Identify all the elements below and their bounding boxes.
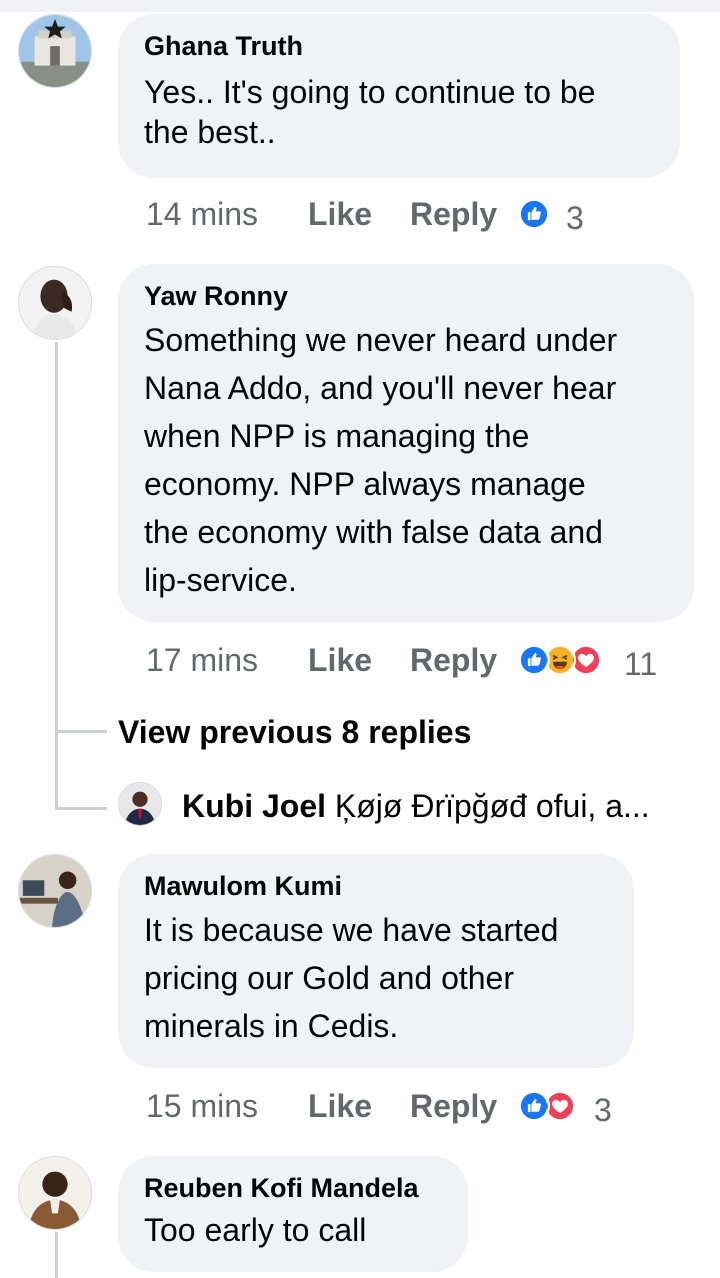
like-button[interactable]: Like <box>308 640 372 680</box>
top-divider <box>0 0 720 12</box>
reactions-summary[interactable]: 3 <box>518 198 638 236</box>
avatar-kubi-joel[interactable] <box>118 782 162 826</box>
comment-text-line: when NPP is managing the <box>144 418 530 454</box>
comment-author[interactable]: Mawulom Kumi <box>144 870 608 902</box>
view-previous-replies-link[interactable]: View previous 8 replies <box>118 710 471 754</box>
comment-text-line: economy. NPP always manage <box>144 466 586 502</box>
comment-author[interactable]: Ghana Truth <box>144 30 654 62</box>
reply-author[interactable]: Kubi Joel <box>182 788 326 824</box>
reply-button[interactable]: Reply <box>410 194 497 234</box>
avatar-yaw-ronny[interactable] <box>18 266 92 340</box>
comment-meta: 14 mins Like Reply 3 <box>146 194 706 236</box>
reply-snippet: Ķøjø Đrïpğøđ ofui, a... <box>334 788 650 824</box>
comment-bubble: Reuben Kofi Mandela Too early to call <box>118 1156 468 1272</box>
thread-connector <box>55 730 107 733</box>
comment-text-line: It is because we have started <box>144 912 559 948</box>
comment-bubble: Mawulom Kumi It is because we have start… <box>118 854 634 1068</box>
avatar-ghana-truth[interactable] <box>18 14 92 88</box>
comment-text-line: Too early to call <box>144 1212 367 1248</box>
comment-time[interactable]: 15 mins <box>146 1086 258 1126</box>
comment-text-line: minerals in Cedis. <box>144 1008 399 1044</box>
thread-line <box>55 1232 58 1278</box>
like-button[interactable]: Like <box>308 194 372 234</box>
comment-text-line: Something we never heard under <box>144 322 618 358</box>
comment-time[interactable]: 14 mins <box>146 194 258 234</box>
avatar-reuben-kofi-mandela[interactable] <box>18 1156 92 1230</box>
comment-meta: 15 mins Like Reply 3 <box>146 1086 706 1128</box>
reply-preview[interactable]: Kubi Joel Ķøjø Đrïpğøđ ofui, a... <box>182 784 650 828</box>
thread-line <box>55 342 58 810</box>
comment-bubble: Yaw Ronny Something we never heard under… <box>118 264 694 622</box>
reply-button[interactable]: Reply <box>410 640 497 680</box>
thread-connector <box>55 807 107 810</box>
comment-meta: 17 mins Like Reply 11 <box>146 640 706 682</box>
like-reaction-icon <box>518 1090 550 1122</box>
comment-text-line: pricing our Gold and other <box>144 960 514 996</box>
reaction-count: 11 <box>624 646 658 682</box>
reaction-count: 3 <box>566 200 584 236</box>
comment-text-line: the economy with false data and <box>144 514 603 550</box>
comment-bubble: Ghana Truth Yes.. It's going to continue… <box>118 14 680 178</box>
like-reaction-icon <box>518 198 550 230</box>
comment-text-line: lip-service. <box>144 562 297 598</box>
comment-time[interactable]: 17 mins <box>146 640 258 680</box>
like-button[interactable]: Like <box>308 1086 372 1126</box>
comment-text-line: Nana Addo, and you'll never hear <box>144 370 617 406</box>
reactions-summary[interactable]: 3 <box>518 1090 638 1128</box>
reaction-count: 3 <box>594 1092 612 1128</box>
reply-button[interactable]: Reply <box>410 1086 497 1126</box>
like-reaction-icon <box>518 644 550 676</box>
reactions-summary[interactable]: 11 <box>518 644 668 682</box>
comment-author[interactable]: Reuben Kofi Mandela <box>144 1172 442 1204</box>
avatar-mawulom-kumi[interactable] <box>18 854 92 928</box>
comment-author[interactable]: Yaw Ronny <box>144 280 668 312</box>
